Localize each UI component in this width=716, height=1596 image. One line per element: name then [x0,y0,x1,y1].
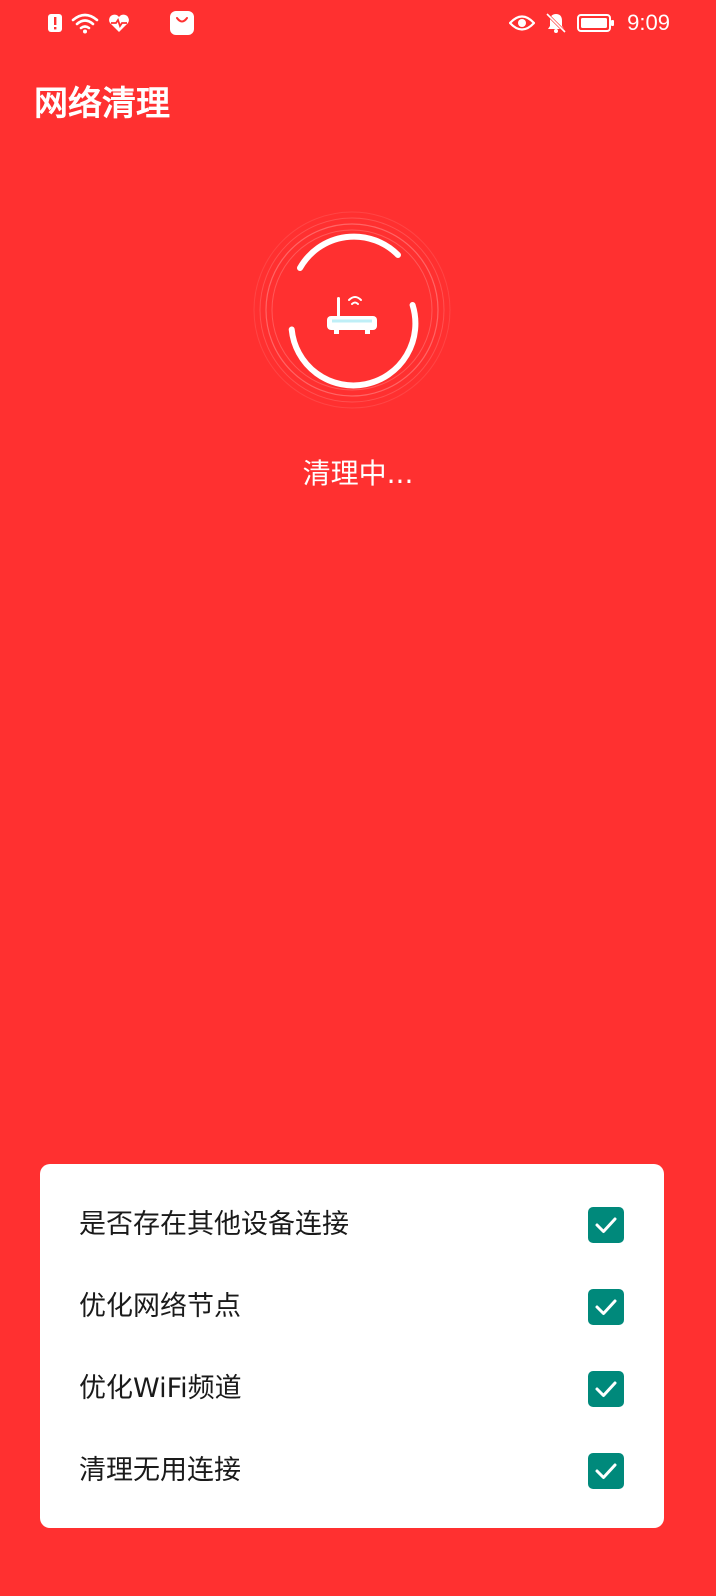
checkmark-icon [595,1217,617,1233]
checkmark-icon [595,1299,617,1315]
page-title: 网络清理 [34,84,170,124]
status-bar-right: 9:09 [509,10,670,36]
task-checklist-card: 是否存在其他设备连接 优化网络节点 优化WiFi频道 清理无用连接 [40,1164,664,1528]
task-label: 优化WiFi频道 [79,1373,242,1404]
task-label: 清理无用连接 [79,1455,241,1486]
shopping-bag-icon [169,10,195,36]
router-icon [324,292,380,338]
wifi-icon [71,12,99,34]
task-checkbox-optimize-node[interactable] [588,1289,624,1325]
cleaning-status-text: 清理中... [302,457,414,490]
status-bar-left [47,10,195,36]
task-label: 优化网络节点 [79,1291,241,1322]
cleaning-progress-indicator [252,210,452,410]
checkmark-icon [595,1463,617,1479]
task-checkbox-other-devices[interactable] [588,1207,624,1243]
bell-off-icon [545,12,567,34]
eye-icon [509,13,536,33]
task-label: 是否存在其他设备连接 [79,1209,349,1240]
clock-time: 9:09 [627,10,670,35]
task-checkbox-clean-connections[interactable] [588,1453,624,1489]
task-row-clean-connections: 清理无用连接 [40,1430,664,1512]
task-checkbox-optimize-wifi-channel[interactable] [588,1371,624,1407]
task-row-optimize-node: 优化网络节点 [40,1266,664,1348]
status-bar: 9:09 [0,0,716,46]
task-row-other-devices: 是否存在其他设备连接 [40,1184,664,1266]
task-row-optimize-wifi-channel: 优化WiFi频道 [40,1348,664,1430]
alert-icon [47,12,63,34]
heart-health-icon [107,12,131,34]
checkmark-icon [595,1381,617,1397]
battery-icon [577,13,615,33]
